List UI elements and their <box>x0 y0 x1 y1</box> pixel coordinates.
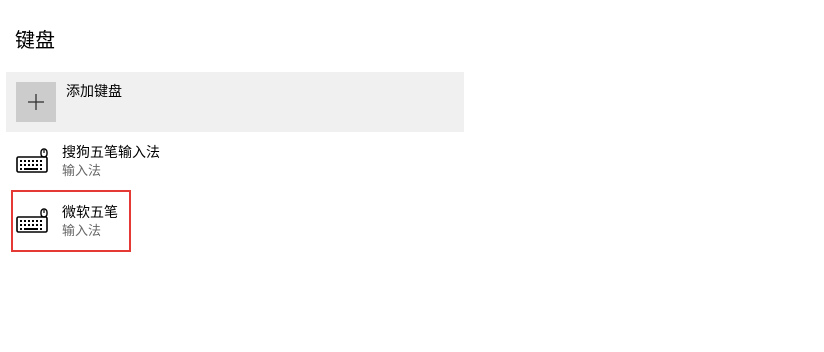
keyboard-type: 输入法 <box>62 164 102 179</box>
keyboard-name: 搜狗五笔输入法 <box>62 145 160 161</box>
plus-icon <box>28 94 44 110</box>
keyboard-name: 微软五笔 <box>62 205 118 221</box>
keyboard-icon <box>16 148 48 173</box>
add-keyboard-label: 添加键盘 <box>66 84 122 100</box>
add-keyboard-tile <box>16 82 56 122</box>
keyboard-type: 输入法 <box>62 224 102 239</box>
keyboard-item-microsoft-wubi[interactable]: 微软五笔 输入法 <box>14 200 454 252</box>
keyboard-icon <box>16 208 48 233</box>
section-title: 键盘 <box>15 28 55 52</box>
keyboard-item-sogou-wubi[interactable]: 搜狗五笔输入法 输入法 <box>14 140 454 192</box>
keyboard-settings-page: 键盘 添加键盘 搜狗五笔输入法 输入法 微软五笔 输入法 <box>0 0 824 352</box>
add-keyboard-button[interactable]: 添加键盘 <box>6 72 464 132</box>
